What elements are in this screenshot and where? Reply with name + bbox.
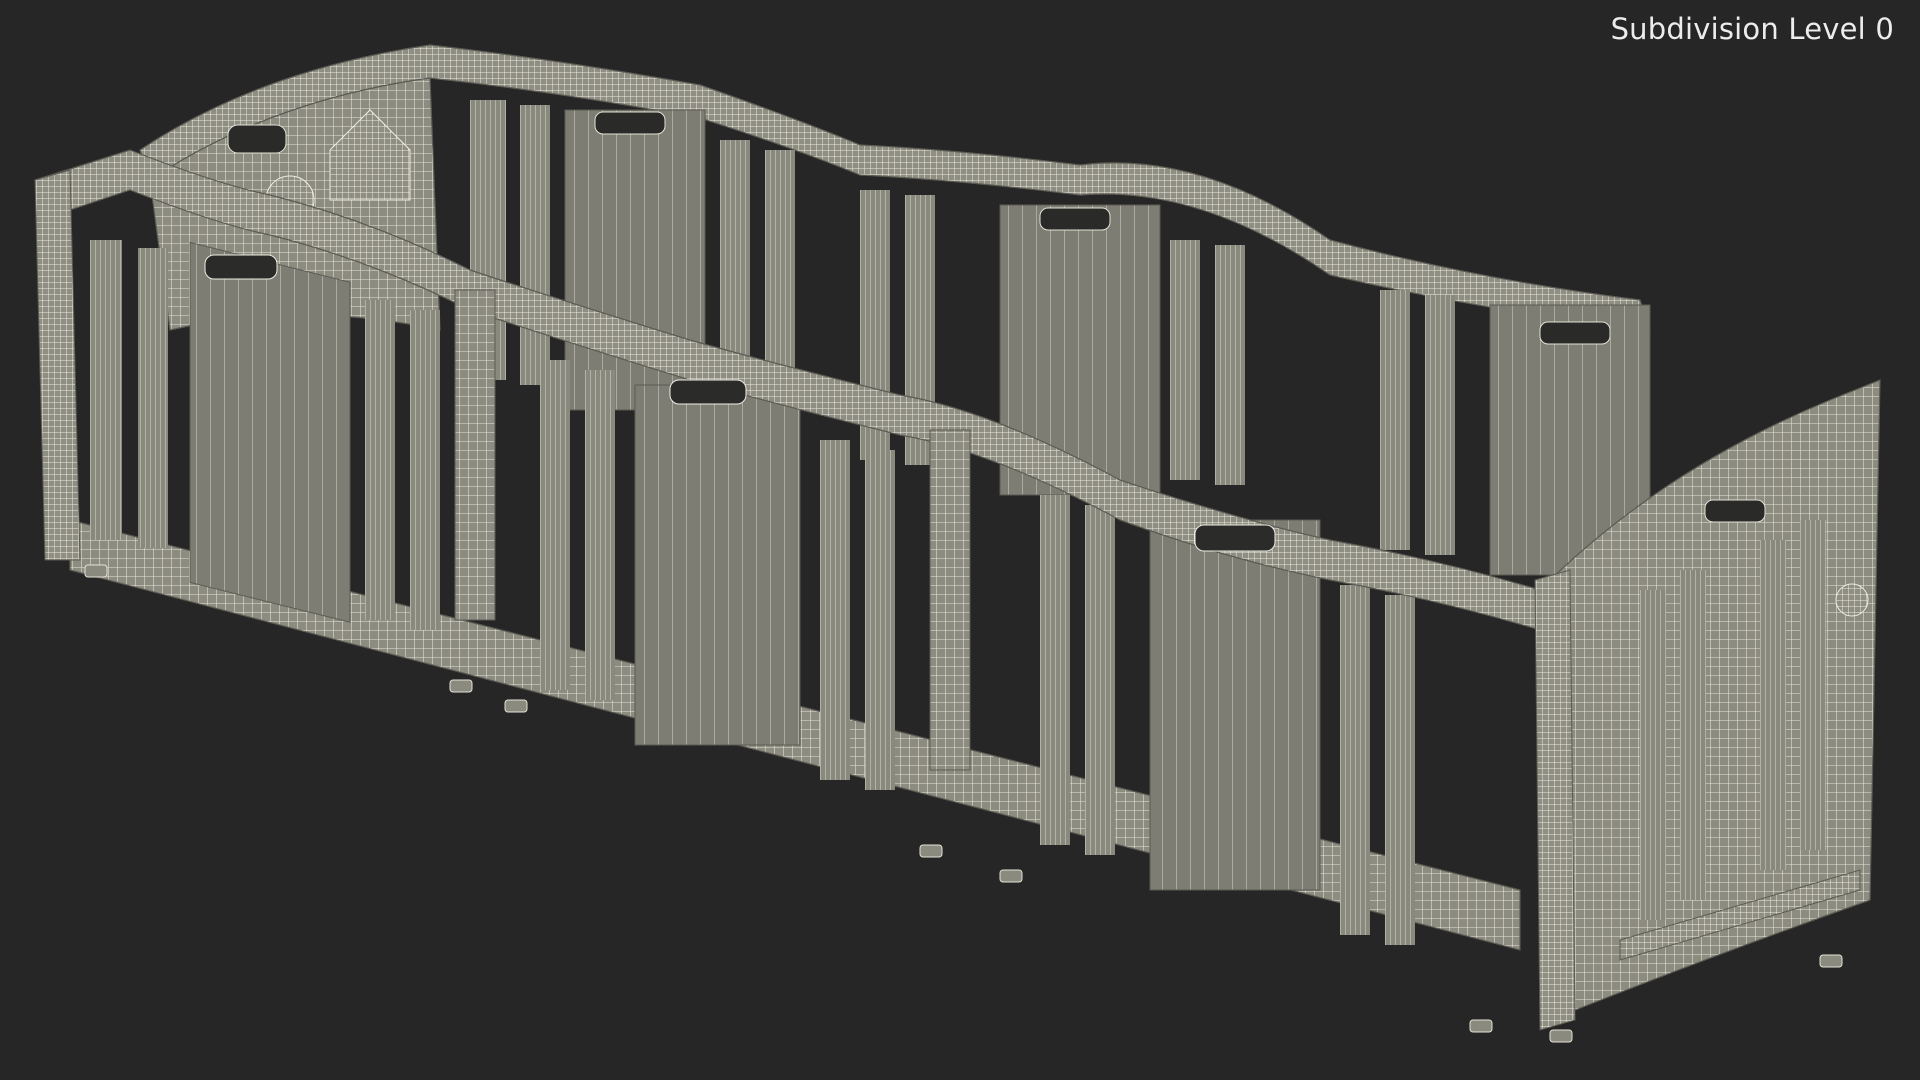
render-viewport: Subdivision Level 0 (0, 0, 1920, 1080)
playpen-wireframe-render (34, 44, 1881, 1043)
subdivision-level-label: Subdivision Level 0 (1610, 12, 1894, 46)
